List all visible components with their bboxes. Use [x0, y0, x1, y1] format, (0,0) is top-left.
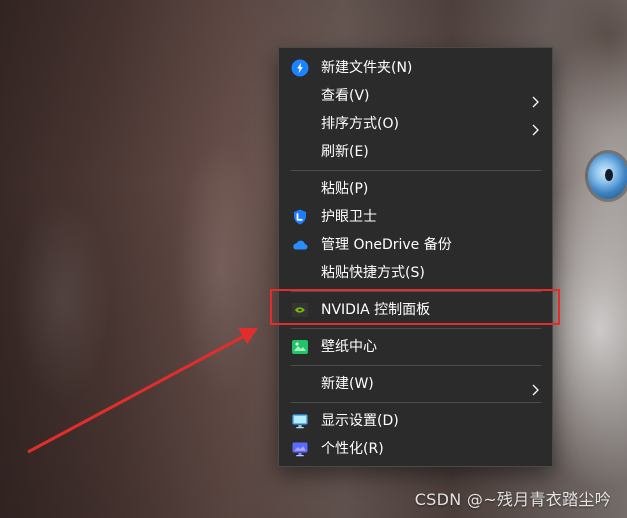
- menu-item-display-settings[interactable]: 显示设置(D): [279, 407, 552, 435]
- chevron-right-icon: [532, 378, 540, 396]
- menu-label: 护眼卫士: [321, 209, 377, 225]
- menu-item-onedrive-backup[interactable]: 管理 OneDrive 备份: [279, 231, 552, 259]
- shield-icon: [291, 208, 309, 226]
- menu-label: 个性化(R): [321, 441, 384, 457]
- menu-item-sort-by[interactable]: 排序方式(O): [279, 110, 552, 138]
- menu-separator: [291, 291, 541, 292]
- new-folder-icon: [291, 59, 309, 77]
- watermark: CSDN @~残月青衣踏尘吟: [414, 490, 611, 509]
- menu-label: 刷新(E): [321, 144, 369, 160]
- menu-label: 管理 OneDrive 备份: [321, 237, 452, 253]
- menu-separator: [291, 170, 541, 171]
- menu-label: 查看(V): [321, 88, 370, 104]
- menu-item-personalize[interactable]: 个性化(R): [279, 435, 552, 463]
- menu-label: NVIDIA 控制面板: [321, 302, 431, 318]
- menu-label: 壁纸中心: [321, 339, 377, 355]
- menu-item-paste[interactable]: 粘贴(P): [279, 175, 552, 203]
- cat-eye: [588, 153, 627, 199]
- cloud-icon: [291, 236, 309, 254]
- menu-label: 新建(W): [321, 376, 374, 392]
- menu-label: 新建文件夹(N): [321, 60, 413, 76]
- menu-item-view[interactable]: 查看(V): [279, 82, 552, 110]
- menu-item-new[interactable]: 新建(W): [279, 370, 552, 398]
- menu-item-paste-shortcut[interactable]: 粘贴快捷方式(S): [279, 259, 552, 287]
- menu-item-wallpaper-center[interactable]: 壁纸中心: [279, 333, 552, 361]
- personalize-icon: [291, 440, 309, 458]
- menu-item-eye-guard[interactable]: 护眼卫士: [279, 203, 552, 231]
- menu-separator: [291, 402, 541, 403]
- menu-item-refresh[interactable]: 刷新(E): [279, 138, 552, 166]
- menu-separator: [291, 365, 541, 366]
- menu-label: 排序方式(O): [321, 116, 399, 132]
- chevron-right-icon: [532, 118, 540, 136]
- monitor-icon: [291, 412, 309, 430]
- desktop-context-menu: 新建文件夹(N) 查看(V) 排序方式(O) 刷新(E) 粘贴(P) 护眼卫士: [278, 47, 553, 467]
- menu-item-new-folder[interactable]: 新建文件夹(N): [279, 54, 552, 82]
- chevron-right-icon: [532, 90, 540, 108]
- menu-item-nvidia-control-panel[interactable]: NVIDIA 控制面板: [279, 296, 552, 324]
- nvidia-icon: [291, 301, 309, 319]
- menu-label: 粘贴快捷方式(S): [321, 265, 425, 281]
- menu-label: 粘贴(P): [321, 181, 369, 197]
- menu-separator: [291, 328, 541, 329]
- menu-label: 显示设置(D): [321, 413, 399, 429]
- wallpaper-icon: [291, 338, 309, 356]
